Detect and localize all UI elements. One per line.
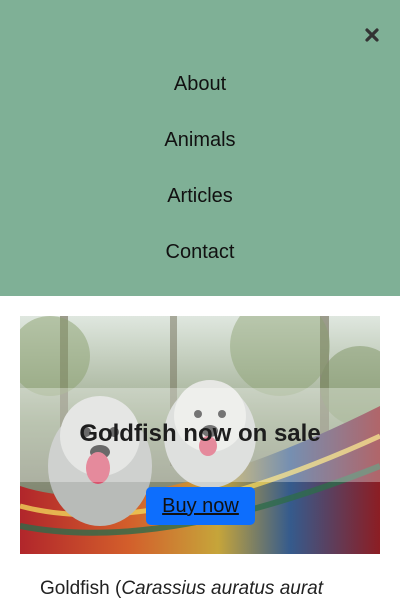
caption-text: Goldfish ( <box>40 578 122 599</box>
hero-title: Goldfish now on sale <box>79 420 321 447</box>
navigation-menu: About Animals Articles Contact <box>0 0 400 296</box>
menu-item-about[interactable]: About <box>0 56 400 112</box>
product-caption: Goldfish (Carassius auratus aurat <box>40 578 362 600</box>
menu-item-articles[interactable]: Articles <box>0 168 400 224</box>
caption-scientific-name: Carassius auratus aurat <box>121 578 324 599</box>
menu-item-contact[interactable]: Contact <box>0 224 400 280</box>
menu-item-animals[interactable]: Animals <box>0 112 400 168</box>
close-menu-button[interactable] <box>362 25 382 45</box>
menu-list: About Animals Articles Contact <box>0 56 400 280</box>
close-icon <box>365 28 379 42</box>
hero-banner: Goldfish now on sale Buy now <box>20 316 380 554</box>
buy-now-button[interactable]: Buy now <box>146 487 255 525</box>
